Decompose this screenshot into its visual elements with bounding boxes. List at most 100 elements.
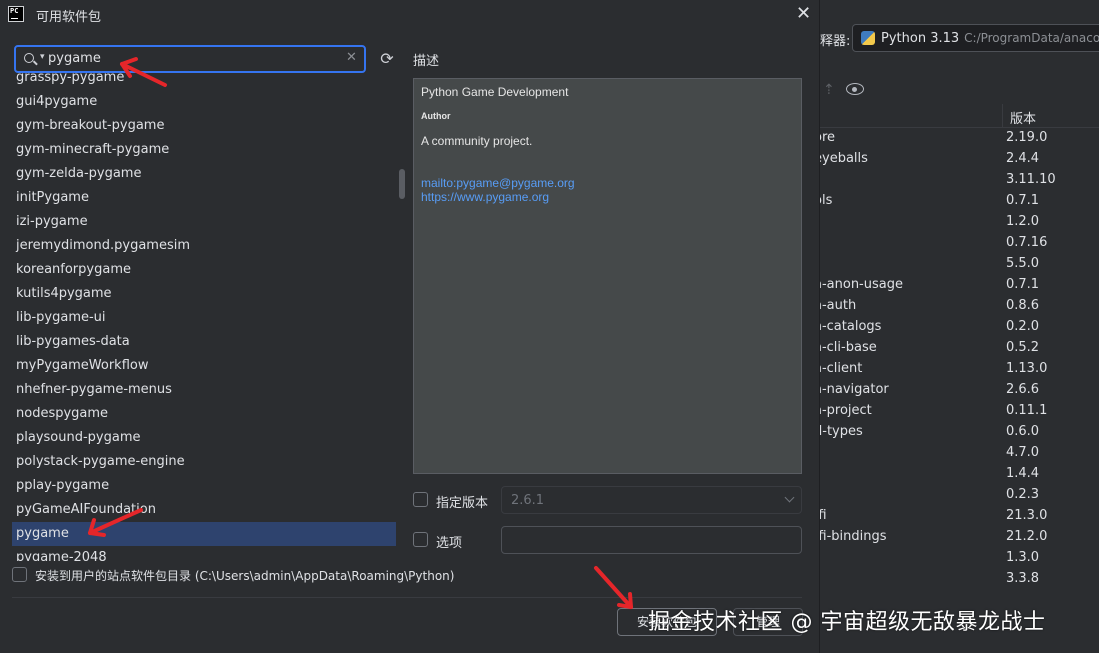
interpreter-select[interactable]: Python 3.13 C:/ProgramData/anaconda3 [852,24,1099,52]
package-list-item[interactable]: lib-pygames-data [12,330,396,354]
options-checkbox[interactable] [413,532,428,547]
package-list-item[interactable]: gui4pygame [12,90,396,114]
table-row[interactable]: 1.3.0 [820,548,1099,569]
upgrade-icon[interactable]: ⇡ [823,82,835,98]
table-row[interactable]: a-client 1.13.0 [814,359,1099,380]
packages-toolbar: ⇡ [820,80,1099,100]
package-list-scrollbar[interactable] [396,73,408,561]
eye-icon[interactable] [846,83,864,95]
interpreter-name: Python 3.13 [881,30,960,46]
package-name-cell: a-project [814,403,872,418]
package-version-cell: 0.7.1 [1006,193,1040,208]
package-version-cell: 3.3.8 [1006,571,1040,586]
table-row[interactable]: 3.11.10 [820,170,1099,191]
package-list-item[interactable]: myPygameWorkflow [12,354,396,378]
table-row[interactable]: a-anon-usage 0.7.1 [814,275,1099,296]
package-name-cell: a-catalogs [814,319,882,334]
package-name-cell: eyeballs [814,151,868,166]
homepage-link[interactable]: https://www.pygame.org [421,190,794,204]
package-list-item[interactable]: izi-pygame [12,210,396,234]
package-version-cell: 1.2.0 [1006,214,1040,229]
table-row[interactable]: d-types 0.6.0 [814,422,1099,443]
email-link[interactable]: mailto:pygame@pygame.org [421,176,794,190]
package-version-cell: 4.7.0 [1006,445,1040,460]
package-version-cell: 1.13.0 [1006,361,1048,376]
table-row[interactable]: ore 2.19.0 [814,128,1099,149]
table-row[interactable]: 0.2.3 [820,485,1099,506]
package-version-cell: 1.4.4 [1006,466,1040,481]
table-row[interactable]: ffi-bindings 21.2.0 [814,527,1099,548]
table-row[interactable]: 0.7.16 [820,233,1099,254]
package-list-item[interactable]: playsound-pygame [12,426,396,450]
table-row[interactable]: 1.2.0 [820,212,1099,233]
python-icon [861,31,875,45]
options-label: 选项 [436,536,463,551]
package-list-item[interactable]: nodespygame [12,402,396,426]
table-row[interactable]: 3.3.8 [820,569,1099,590]
version-select: 2.6.1 [501,486,802,514]
scrollbar-thumb[interactable] [399,169,405,199]
clear-search-icon[interactable]: ✕ [346,50,357,65]
table-row[interactable]: 1.4.4 [820,464,1099,485]
author-text: A community project. [421,134,533,148]
package-name-cell: a-auth [814,298,857,313]
table-row[interactable]: 5.5.0 [820,254,1099,275]
interpreter-path: C:/ProgramData/anaconda3 [964,31,1099,45]
description-label: 描述 [413,54,440,69]
package-list-item[interactable]: lib-pygame-ui [12,306,396,330]
specify-version-row: 指定版本 2.6.1 [413,486,802,514]
install-user-row: 安装到用户的站点软件包目录 (C:\Users\admin\AppData\Ro… [12,566,712,586]
search-icon [24,53,34,63]
package-list-item[interactable]: nhefner-pygame-menus [12,378,396,402]
table-row[interactable]: a-auth 0.8.6 [814,296,1099,317]
package-name-cell: ffi-bindings [814,529,887,544]
version-column-header[interactable]: 版本 [1010,108,1036,127]
package-version-cell: 2.19.0 [1006,130,1048,145]
package-list-item[interactable]: pyGameAIFoundation [12,498,396,522]
table-row[interactable]: a-project 0.11.1 [814,401,1099,422]
author-label: Author [421,111,451,121]
search-input[interactable] [48,51,338,66]
table-row[interactable]: a-cli-base 0.5.2 [814,338,1099,359]
package-list-item[interactable]: pygame [12,522,396,546]
close-icon[interactable]: ✕ [796,3,811,24]
table-row[interactable]: ffi 21.3.0 [814,506,1099,527]
package-version-cell: 2.6.6 [1006,382,1040,397]
package-list-item[interactable]: initPygame [12,186,396,210]
package-version-cell: 0.6.0 [1006,424,1040,439]
package-version-cell: 1.3.0 [1006,550,1040,565]
column-divider [1002,104,1003,128]
package-list-item[interactable]: gym-zelda-pygame [12,162,396,186]
refresh-icon[interactable]: ⟳ [378,50,396,68]
package-list-item[interactable]: polystack-pygame-engine [12,450,396,474]
package-version-cell: 0.11.1 [1006,403,1048,418]
package-list-item[interactable]: pplay-pygame [12,474,396,498]
install-user-checkbox[interactable] [12,567,27,582]
table-row[interactable]: a-catalogs 0.2.0 [814,317,1099,338]
package-list-item[interactable]: grasspy-pygame [12,73,396,90]
installed-packages-table: ore 2.19.0 eyeballs 2.4.4 3.11.10 ols 0.7.1 1.2… [814,128,1099,590]
package-version-cell: 2.4.4 [1006,151,1040,166]
table-row[interactable]: ols 0.7.1 [814,191,1099,212]
specify-version-label: 指定版本 [436,496,489,511]
available-packages-dialog: PC 可用软件包 ✕ ▾ ✕ ⟳ grasspy-pygamegui4pygam… [0,0,820,653]
table-row[interactable]: a-navigator 2.6.6 [814,380,1099,401]
package-search-field[interactable]: ▾ ✕ [14,45,366,73]
package-version-cell: 0.7.1 [1006,277,1040,292]
package-version-cell: 0.5.2 [1006,340,1040,355]
package-list-item[interactable]: pygame-2048 [12,546,396,561]
search-history-icon[interactable]: ▾ [40,52,45,62]
package-list-item[interactable]: jeremydimond.pygamesim [12,234,396,258]
dialog-titlebar: PC 可用软件包 ✕ [0,0,820,30]
package-name-cell: a-anon-usage [814,277,903,292]
package-version-cell: 0.2.0 [1006,319,1040,334]
package-list-item[interactable]: koreanforpygame [12,258,396,282]
package-list-item[interactable]: kutils4pygame [12,282,396,306]
package-list[interactable]: grasspy-pygame gui4pygame gym-breakout-pyg… [12,73,408,561]
table-row[interactable]: eyeballs 2.4.4 [814,149,1099,170]
specify-version-checkbox[interactable] [413,492,428,507]
options-input [501,526,802,554]
table-row[interactable]: 4.7.0 [820,443,1099,464]
package-list-item[interactable]: gym-breakout-pygame [12,114,396,138]
package-list-item[interactable]: gym-minecraft-pygame [12,138,396,162]
